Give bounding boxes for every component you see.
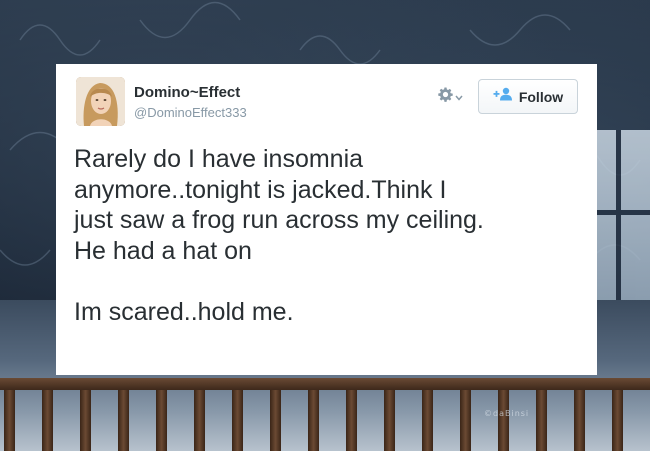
crib-bar <box>194 390 205 451</box>
more-options-menu[interactable] <box>438 87 468 107</box>
crib-bar <box>308 390 319 451</box>
tweet-text-line: Rarely do I have insomnia <box>74 145 364 173</box>
window <box>596 130 650 300</box>
crib-bar <box>612 390 623 451</box>
display-name[interactable]: Domino~Effect <box>134 84 240 101</box>
tweet-card: Domino~Effect @DominoEffect333 Follow Ra… <box>56 64 597 375</box>
follow-person-plus-icon <box>493 87 513 106</box>
crib-bar <box>346 390 357 451</box>
crib-bar <box>156 390 167 451</box>
tweet-text-line: anymore..tonight is jacked.Think I <box>74 175 447 204</box>
watermark: ©daBinsi <box>484 409 530 418</box>
crib-bar <box>80 390 91 451</box>
crib-bar <box>536 390 547 451</box>
crib-bar <box>270 390 281 451</box>
crib-bar <box>232 390 243 451</box>
chevron-down-icon <box>455 88 463 106</box>
avatar-portrait <box>76 77 125 126</box>
follow-button[interactable]: Follow <box>478 79 578 114</box>
crib-bar <box>384 390 395 451</box>
crib-bar <box>422 390 433 451</box>
crib-bar <box>4 390 15 451</box>
tweet-text-line: He had a hat on <box>74 236 252 265</box>
crib-bar <box>498 390 509 451</box>
crib-bar <box>574 390 585 451</box>
crib-bar <box>460 390 471 451</box>
tweet-text-line: just saw a frog run across my ceiling. <box>74 206 484 234</box>
crib-bar <box>118 390 129 451</box>
follow-label: Follow <box>518 88 564 105</box>
crib-bar <box>42 390 53 451</box>
gear-icon <box>438 87 453 107</box>
crib-rail <box>0 378 650 390</box>
user-handle[interactable]: @DominoEffect333 <box>134 105 247 120</box>
avatar[interactable] <box>76 77 125 126</box>
tweet-text: Rarely do I have insomnia anymore..tonig… <box>74 144 589 327</box>
tweet-text-closing: Im scared..hold me. <box>74 297 294 326</box>
